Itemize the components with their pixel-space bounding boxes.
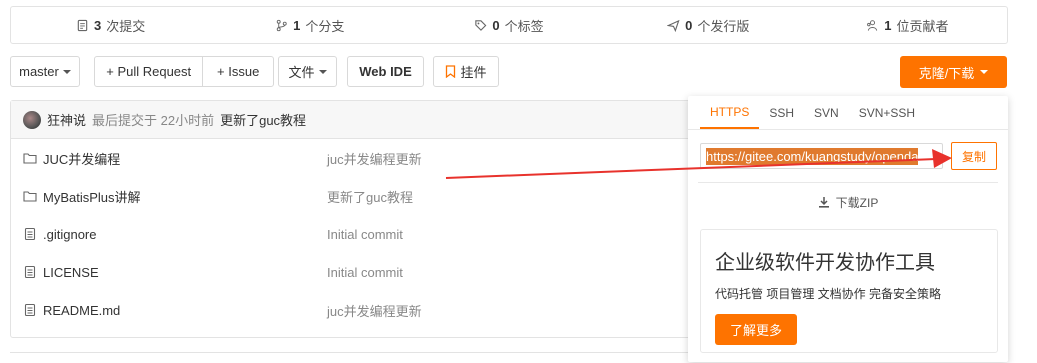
file-name-cell[interactable]: README.md xyxy=(11,303,327,318)
pr-issue-group: + Pull Request + Issue xyxy=(94,56,274,87)
chevron-down-icon xyxy=(62,69,71,74)
stat-count: 3 xyxy=(93,17,102,33)
stat-count: 1 xyxy=(293,17,301,33)
branch-icon xyxy=(276,19,287,31)
stat-label: 位贡献者 xyxy=(896,18,949,34)
stat-count: 1 xyxy=(884,17,892,33)
learn-more-button[interactable]: 了解更多 xyxy=(715,314,797,345)
download-zip-label: 下载ZIP xyxy=(835,195,879,210)
repo-toolbar: master + Pull Request + Issue 文件 Web IDE… xyxy=(10,56,1008,88)
bookmark-icon xyxy=(446,65,456,78)
divider xyxy=(698,182,998,183)
tab-svn[interactable]: SVN xyxy=(804,96,849,129)
file-menu-label: 文件 xyxy=(288,65,315,80)
clone-download-button[interactable]: 克隆/下载 xyxy=(900,56,1007,88)
commit-icon xyxy=(77,19,88,31)
branch-select-label: master xyxy=(19,64,59,79)
download-icon xyxy=(818,197,829,208)
clone-url-text: https://gitee.com/kuangstudy/openda xyxy=(706,147,919,165)
stat-contributors[interactable]: 1 位贡献者 xyxy=(808,16,1007,35)
protocol-tabs: HTTPS SSH SVN SVN+SSH xyxy=(688,96,1008,130)
folder-icon xyxy=(23,191,37,202)
file-commit-message[interactable]: juc并发编程更新 xyxy=(327,301,422,320)
commit-author[interactable]: 狂神说 xyxy=(47,110,86,129)
download-zip-link[interactable]: 下载ZIP xyxy=(688,192,1008,212)
folder-icon xyxy=(23,153,37,164)
contributors-icon xyxy=(867,19,878,31)
commit-message[interactable]: 更新了guc教程 xyxy=(220,110,306,129)
stat-label: 个分支 xyxy=(305,18,345,34)
tab-svn-ssh[interactable]: SVN+SSH xyxy=(849,96,925,129)
file-name: LICENSE xyxy=(43,264,99,280)
file-name-cell[interactable]: JUC并发编程 xyxy=(11,149,327,168)
widget-button[interactable]: 挂件 xyxy=(433,56,499,87)
stat-releases[interactable]: 0 个发行版 xyxy=(609,16,808,35)
stat-label: 次提交 xyxy=(106,18,146,34)
web-ide-button[interactable]: Web IDE xyxy=(347,56,424,87)
file-name: JUC并发编程 xyxy=(43,151,121,167)
file-name-cell[interactable]: .gitignore xyxy=(11,227,327,242)
stat-count: 0 xyxy=(492,17,500,33)
file-name: .gitignore xyxy=(43,226,97,242)
stat-branches[interactable]: 1 个分支 xyxy=(210,16,409,35)
file-name-cell[interactable]: MyBatisPlus讲解 xyxy=(11,187,327,206)
widget-label: 挂件 xyxy=(460,65,487,80)
file-commit-message[interactable]: Initial commit xyxy=(327,227,403,242)
clone-url-row: https://gitee.com/kuangstudy/openda 复制 xyxy=(700,142,1000,170)
file-icon xyxy=(24,303,36,317)
file-name-cell[interactable]: LICENSE xyxy=(11,265,327,280)
promo-title: 企业级软件开发协作工具 xyxy=(715,252,935,274)
file-icon xyxy=(24,265,36,279)
promo-card: 企业级软件开发协作工具 代码托管 项目管理 文档协作 完备安全策略 了解更多 xyxy=(700,229,998,353)
copy-button[interactable]: 复制 xyxy=(951,142,997,170)
repo-stats-bar: 3 次提交 1 个分支 0 个标签 0 个发行版 1 位贡献者 xyxy=(10,6,1008,44)
avatar[interactable] xyxy=(23,110,41,129)
stat-tags[interactable]: 0 个标签 xyxy=(409,16,608,35)
file-name: MyBatisPlus讲解 xyxy=(43,189,141,205)
tab-https[interactable]: HTTPS xyxy=(700,96,760,129)
tag-icon xyxy=(475,19,487,31)
issue-button[interactable]: + Issue xyxy=(203,57,273,86)
chevron-down-icon xyxy=(980,70,989,74)
clone-url-input[interactable]: https://gitee.com/kuangstudy/openda xyxy=(700,143,943,169)
stat-label: 个发行版 xyxy=(697,18,750,34)
tab-ssh[interactable]: SSH xyxy=(759,96,804,129)
file-icon xyxy=(24,227,36,241)
stat-count: 0 xyxy=(685,17,693,33)
commit-time: 最后提交于 22小时前 xyxy=(92,113,215,128)
branch-select[interactable]: master xyxy=(10,56,80,87)
stat-commits[interactable]: 3 次提交 xyxy=(11,16,210,35)
file-commit-message[interactable]: 更新了guc教程 xyxy=(327,187,413,206)
file-menu-button[interactable]: 文件 xyxy=(278,56,337,87)
pull-request-button[interactable]: + Pull Request xyxy=(95,57,202,86)
file-commit-message[interactable]: Initial commit xyxy=(327,265,403,280)
promo-subtitle: 代码托管 项目管理 文档协作 完备安全策略 xyxy=(715,287,942,301)
stat-label: 个标签 xyxy=(504,18,544,34)
file-commit-message[interactable]: juc并发编程更新 xyxy=(327,149,422,168)
release-icon xyxy=(667,19,680,32)
file-name: README.md xyxy=(43,302,121,318)
chevron-down-icon xyxy=(318,69,327,74)
clone-popup: HTTPS SSH SVN SVN+SSH https://gitee.com/… xyxy=(688,96,1008,362)
clone-label: 克隆/下载 xyxy=(918,65,975,81)
